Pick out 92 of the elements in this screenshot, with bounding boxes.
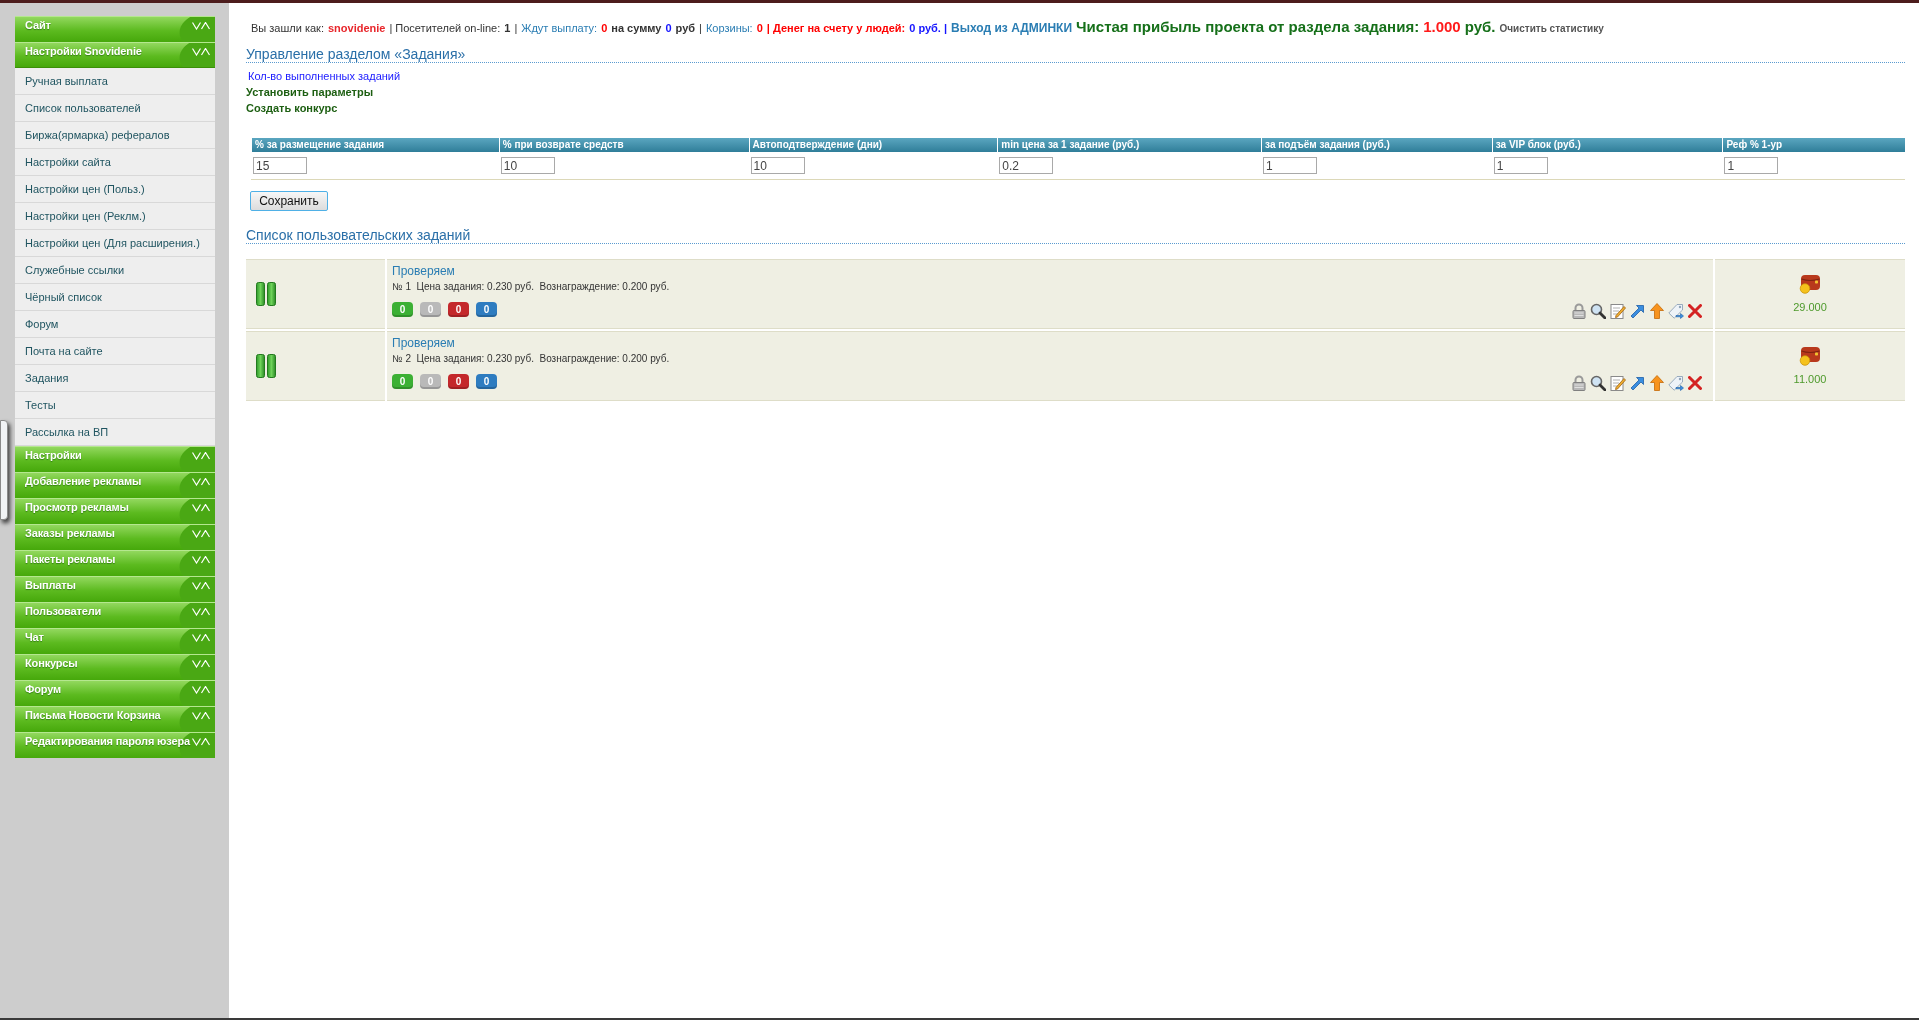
menu-item[interactable]: Служебные ссылки (15, 257, 215, 284)
section-title: Управление разделом «Задания» (246, 46, 1905, 63)
chevron-icon (192, 582, 210, 590)
task-details: № 1 Цена задания: 0.230 руб. Вознаграждение: 0.200 руб. (392, 280, 670, 293)
profit-label: Чистая прибыль проекта от раздела задания: (1076, 17, 1420, 37)
status-label: | (699, 21, 702, 36)
chevron-icon (192, 660, 210, 668)
column-header: min цена за 1 задание (руб.) (997, 138, 1262, 152)
menu-item[interactable]: Рассылка на ВП (15, 419, 215, 446)
input-field[interactable]: 0.2 (999, 157, 1054, 174)
profit-value: 1.000 (1423, 17, 1461, 37)
chevron-icon (192, 738, 210, 746)
menu-item[interactable]: Настройки цен (Для расширения.) (15, 230, 215, 257)
status-link[interactable]: Ждут выплату: (521, 20, 598, 37)
input-field[interactable]: 1 (1724, 157, 1779, 174)
menu-item[interactable]: Настройки цен (Реклм.) (15, 203, 215, 230)
status-value: 1 (504, 21, 511, 36)
chevron-icon (192, 530, 210, 538)
delete-icon[interactable] (1688, 376, 1702, 390)
input-field[interactable]: 10 (750, 157, 805, 174)
chevron-icon (192, 48, 210, 56)
menu-item[interactable]: Настройки цен (Польз.) (15, 176, 215, 203)
menu-item[interactable]: Ручная выплата (15, 68, 215, 95)
action-link[interactable]: Создать конкурс (246, 100, 338, 116)
count-button[interactable]: 0 (476, 301, 497, 317)
status-label: | (514, 21, 518, 36)
up-arrow-icon[interactable] (1650, 303, 1664, 319)
action-link[interactable]: Установить параметры (246, 84, 374, 100)
pause-icon[interactable] (256, 282, 276, 306)
chevron-icon (192, 608, 210, 616)
chevron-icon (192, 22, 210, 30)
tasks-count-link[interactable]: Кол-во выполненных заданий (246, 68, 401, 84)
count-button[interactable]: 0 (476, 373, 497, 389)
count-button[interactable]: 0 (448, 301, 469, 317)
input-field[interactable]: 1 (1493, 157, 1548, 174)
status-link[interactable]: Корзины: (705, 20, 753, 37)
column-header: за подъём задания (руб.) (1261, 138, 1492, 152)
input-field[interactable]: 1 (1263, 157, 1318, 174)
status-label: | Посетителей on-line: (389, 21, 501, 36)
column-header: % за размещение задания (251, 138, 499, 152)
search-icon[interactable] (1590, 375, 1606, 391)
input-field[interactable]: 15 (253, 157, 307, 174)
status-count: 0 (601, 21, 608, 36)
section-title: Список пользовательских заданий (246, 227, 1905, 244)
status-sum: 0 (665, 21, 672, 36)
chevron-icon (192, 556, 210, 564)
menu-item[interactable]: Задания (15, 365, 215, 392)
chevron-icon (192, 478, 210, 486)
column-header: Автоподтверждение (дни) (748, 138, 998, 152)
status-label: Вы зашли как: (251, 21, 324, 36)
status-count: 0 (756, 21, 763, 36)
menu-item[interactable]: Тесты (15, 392, 215, 419)
search-icon[interactable] (1590, 303, 1606, 319)
status-sum: 0 руб. | (909, 21, 948, 36)
delete-icon[interactable] (1688, 304, 1702, 318)
up-arrow-icon[interactable] (1650, 375, 1664, 391)
tag-icon[interactable] (1668, 375, 1684, 391)
task-balance: 11.000 (1793, 373, 1827, 386)
menu-item[interactable]: Список пользователей (15, 95, 215, 122)
status-value: руб (675, 21, 696, 36)
save-button[interactable]: Сохранить (250, 191, 328, 211)
menu-item[interactable]: Почта на сайте (15, 338, 215, 365)
input-field[interactable]: 10 (500, 157, 555, 174)
wallet-icon (1799, 346, 1821, 366)
tag-icon[interactable] (1668, 303, 1684, 319)
diagonal-arrow-icon[interactable] (1630, 375, 1646, 391)
task-balance: 29.000 (1793, 301, 1827, 314)
wallet-icon (1799, 274, 1821, 294)
chevron-icon (192, 712, 210, 720)
task-details: № 2 Цена задания: 0.230 руб. Вознаграждение: 0.200 руб. (392, 352, 670, 365)
diagonal-arrow-icon[interactable] (1630, 303, 1646, 319)
status-value: на сумму (611, 21, 662, 36)
chevron-icon (192, 504, 210, 512)
menu-item[interactable]: Биржа(ярмарка) рефералов (15, 122, 215, 149)
count-button[interactable]: 0 (448, 373, 469, 389)
chevron-icon (192, 452, 210, 460)
menu-item[interactable]: Настройки сайта (15, 149, 215, 176)
column-header: за VIP блок (руб.) (1491, 138, 1723, 152)
profit-label: руб. (1464, 17, 1496, 37)
column-header: % при возврате средств (498, 138, 749, 152)
column-header: Реф % 1-ур (1722, 138, 1905, 152)
exit-link[interactable]: Выход из АДМИНКИ (951, 19, 1073, 37)
money-held-label: | Денег на счету у людей: (766, 21, 906, 36)
user-name: snovidenie (327, 21, 386, 36)
chevron-icon (192, 686, 210, 694)
chevron-icon (192, 634, 210, 642)
pause-icon[interactable] (256, 354, 276, 378)
task-title-link[interactable]: Проверяем (392, 336, 455, 350)
menu-item[interactable]: Чёрный список (15, 284, 215, 311)
task-title-link[interactable]: Проверяем (392, 264, 455, 278)
menu-item[interactable]: Форум (15, 311, 215, 338)
clear-stats-link[interactable]: Очистить статистику (1499, 21, 1604, 36)
